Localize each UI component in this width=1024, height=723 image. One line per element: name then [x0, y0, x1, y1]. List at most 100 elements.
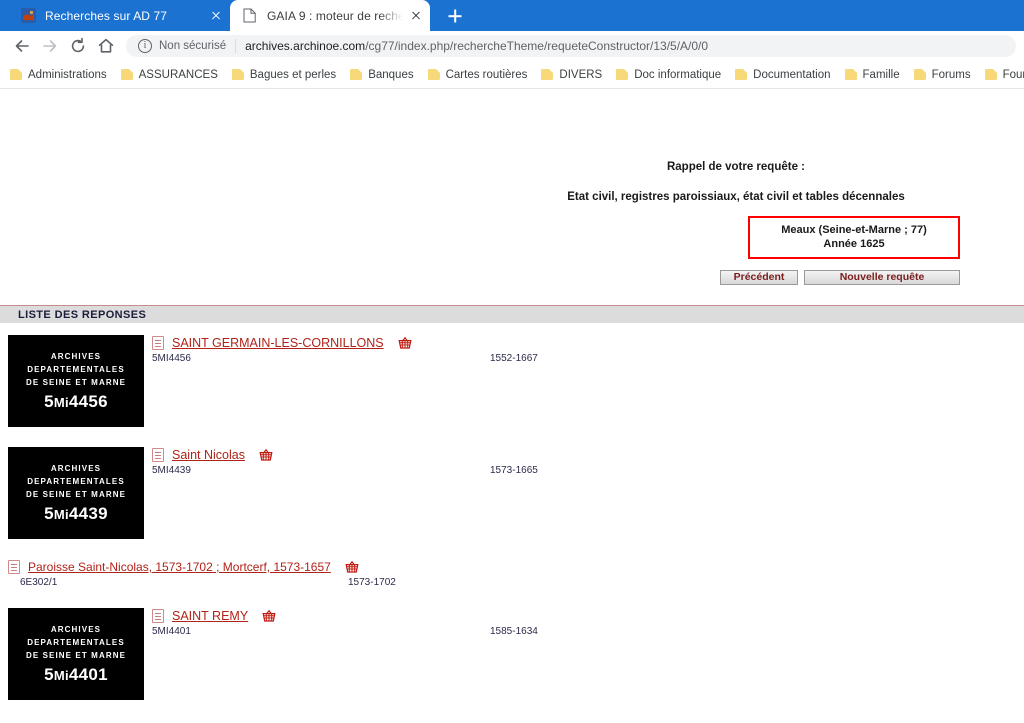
new-query-button[interactable]: Nouvelle requête [804, 270, 960, 285]
row-spacer [0, 539, 1024, 557]
folder-icon [10, 69, 22, 80]
bookmark-label: ASSURANCES [138, 68, 218, 81]
thumb-line-2: DEPARTEMENTALES [27, 365, 125, 374]
bookmark-banques[interactable]: Banques [350, 69, 414, 81]
bookmark-label: Cartes routières [445, 68, 528, 81]
thumb-ref-mid: Mi [53, 668, 69, 683]
recap-criteria-box: Meaux (Seine-et-Marne ; 77) Année 1625 [748, 216, 960, 259]
result-meta: 5MI4401 1585-1634 [152, 626, 1024, 637]
tab-strip: Recherches sur AD 77 GAIA 9 : moteur de … [0, 0, 1024, 31]
thumbnail-cell: ARCHIVES DEPARTEMENTALES DE SEINE ET MAR… [0, 333, 152, 427]
row-spacer [0, 588, 1024, 606]
home-icon [98, 38, 114, 53]
microfilm-thumbnail[interactable]: ARCHIVES DEPARTEMENTALES DE SEINE ET MAR… [8, 608, 144, 700]
document-icon [152, 609, 164, 623]
microfilm-thumbnail[interactable]: ARCHIVES DEPARTEMENTALES DE SEINE ET MAR… [8, 447, 144, 539]
result-row: ARCHIVES DEPARTEMENTALES DE SEINE ET MAR… [0, 333, 1024, 427]
folder-icon [616, 69, 629, 80]
result-title-link[interactable]: Paroisse Saint-Nicolas, 1573-1702 ; Mort… [28, 560, 331, 574]
reload-button[interactable] [64, 32, 92, 60]
result-row: Paroisse Saint-Nicolas, 1573-1702 ; Mort… [0, 557, 1024, 588]
bookmark-documentation[interactable]: Documentation [735, 68, 831, 81]
bookmark-label: DIVERS [559, 68, 603, 81]
address-bar[interactable]: i Non sécurisé archives.archinoe.com/cg7… [126, 35, 1016, 57]
bookmark-famille[interactable]: Famille [844, 68, 900, 81]
bookmark-cartes-routieres[interactable]: Cartes routières [427, 68, 528, 81]
result-title-link[interactable]: Saint Nicolas [172, 448, 245, 462]
site-favicon-icon [20, 8, 36, 24]
recap-title: Rappel de votre requête : [666, 161, 806, 173]
bookmark-label: Bagues et perles [249, 68, 337, 81]
tab-recherches-sur-ad-77[interactable]: Recherches sur AD 77 [8, 0, 230, 31]
microfilm-thumbnail[interactable]: ARCHIVES DEPARTEMENTALES DE SEINE ET MAR… [8, 335, 144, 427]
thumb-ref-prefix: 5 [44, 504, 54, 523]
result-meta: 5MI4439 1573-1665 [152, 465, 1024, 476]
folder-icon [427, 69, 440, 80]
thumb-line-1: ARCHIVES [50, 464, 102, 473]
bookmark-doc-informatique[interactable]: Doc informatique [616, 69, 721, 81]
home-button[interactable] [92, 32, 120, 60]
result-title-link[interactable]: SAINT REMY [172, 609, 248, 623]
result-dates: 1573-1702 [348, 577, 396, 588]
result-title-line: Saint Nicolas [152, 448, 1024, 462]
add-to-basket-icon[interactable] [345, 561, 359, 573]
bookmark-label: Doc informatique [634, 68, 722, 81]
tab-gaia-9-moteur-de-recherche[interactable]: GAIA 9 : moteur de recherche - 9 [230, 0, 430, 31]
folder-icon [541, 69, 554, 80]
results-list: ARCHIVES DEPARTEMENTALES DE SEINE ET MAR… [0, 323, 1024, 700]
result-dates: 1552-1667 [490, 353, 538, 364]
browser-toolbar: i Non sécurisé archives.archinoe.com/cg7… [0, 31, 1024, 61]
bookmark-label: Famille [862, 68, 900, 81]
back-arrow-icon [15, 40, 29, 52]
result-title-link[interactable]: SAINT GERMAIN-LES-CORNILLONS [172, 336, 384, 350]
result-title-line: SAINT GERMAIN-LES-CORNILLONS [152, 336, 1024, 350]
folder-icon [350, 69, 363, 80]
add-to-basket-icon[interactable] [262, 610, 276, 622]
folder-icon [984, 69, 997, 80]
result-row: ARCHIVES DEPARTEMENTALES DE SEINE ET MAR… [0, 606, 1024, 700]
thumb-ref-num: 4401 [68, 665, 108, 684]
result-reference: 5MI4401 [152, 626, 191, 637]
result-dates: 1585-1634 [490, 626, 538, 637]
result-meta: 6E302/1 1573-1702 [8, 577, 1024, 588]
document-icon [8, 560, 20, 574]
browser-chrome: Recherches sur AD 77 GAIA 9 : moteur de … [0, 0, 1024, 89]
bookmark-fournisseurs[interactable]: Fournis [984, 68, 1024, 81]
folder-icon [735, 69, 748, 80]
previous-button[interactable]: Précédent [720, 270, 798, 285]
info-circle-icon[interactable]: i [138, 39, 152, 53]
bookmark-label: Documentation [753, 68, 831, 81]
close-icon[interactable] [408, 8, 424, 24]
tab-title: Recherches sur AD 77 [45, 8, 168, 23]
document-icon [152, 336, 164, 350]
recap-button-group: Précédent Nouvelle requête [720, 270, 960, 285]
security-status-label: Non sécurisé [159, 40, 227, 52]
thumb-ref-num: 4439 [68, 504, 108, 523]
forward-arrow-icon [43, 40, 57, 52]
add-to-basket-icon[interactable] [398, 337, 412, 349]
bookmark-divers[interactable]: DIVERS [541, 69, 602, 81]
result-dates: 1573-1665 [490, 465, 538, 476]
bookmark-administrations[interactable]: Administrations [10, 69, 107, 81]
folder-icon [231, 69, 244, 80]
bookmark-assurances[interactable]: ASSURANCES [120, 68, 218, 81]
thumb-line-3: DE SEINE ET MARNE [25, 378, 127, 387]
row-spacer [0, 427, 1024, 445]
close-icon[interactable] [208, 8, 224, 24]
bookmark-label: Fournis [1002, 68, 1024, 81]
bookmark-bagues-et-perles[interactable]: Bagues et perles [231, 68, 337, 81]
result-info: SAINT REMY 5MI4401 1585-1634 [152, 606, 1024, 637]
tab-title: GAIA 9 : moteur de recherche - 9 [267, 8, 404, 23]
thumb-line-3: DE SEINE ET MARNE [25, 490, 127, 499]
forward-button[interactable] [36, 32, 64, 60]
folder-icon [913, 69, 926, 80]
new-tab-button[interactable] [440, 3, 470, 29]
bookmark-forums[interactable]: Forums [913, 69, 971, 81]
result-info: SAINT GERMAIN-LES-CORNILLONS 5MI4456 155… [152, 333, 1024, 364]
thumbnail-cell: ARCHIVES DEPARTEMENTALES DE SEINE ET MAR… [0, 606, 152, 700]
result-title-line: SAINT REMY [152, 609, 1024, 623]
result-meta: 5MI4456 1552-1667 [152, 353, 1024, 364]
add-to-basket-icon[interactable] [259, 449, 273, 461]
back-button[interactable] [8, 32, 36, 60]
recap-theme: Etat civil, registres paroissiaux, état … [567, 191, 905, 203]
